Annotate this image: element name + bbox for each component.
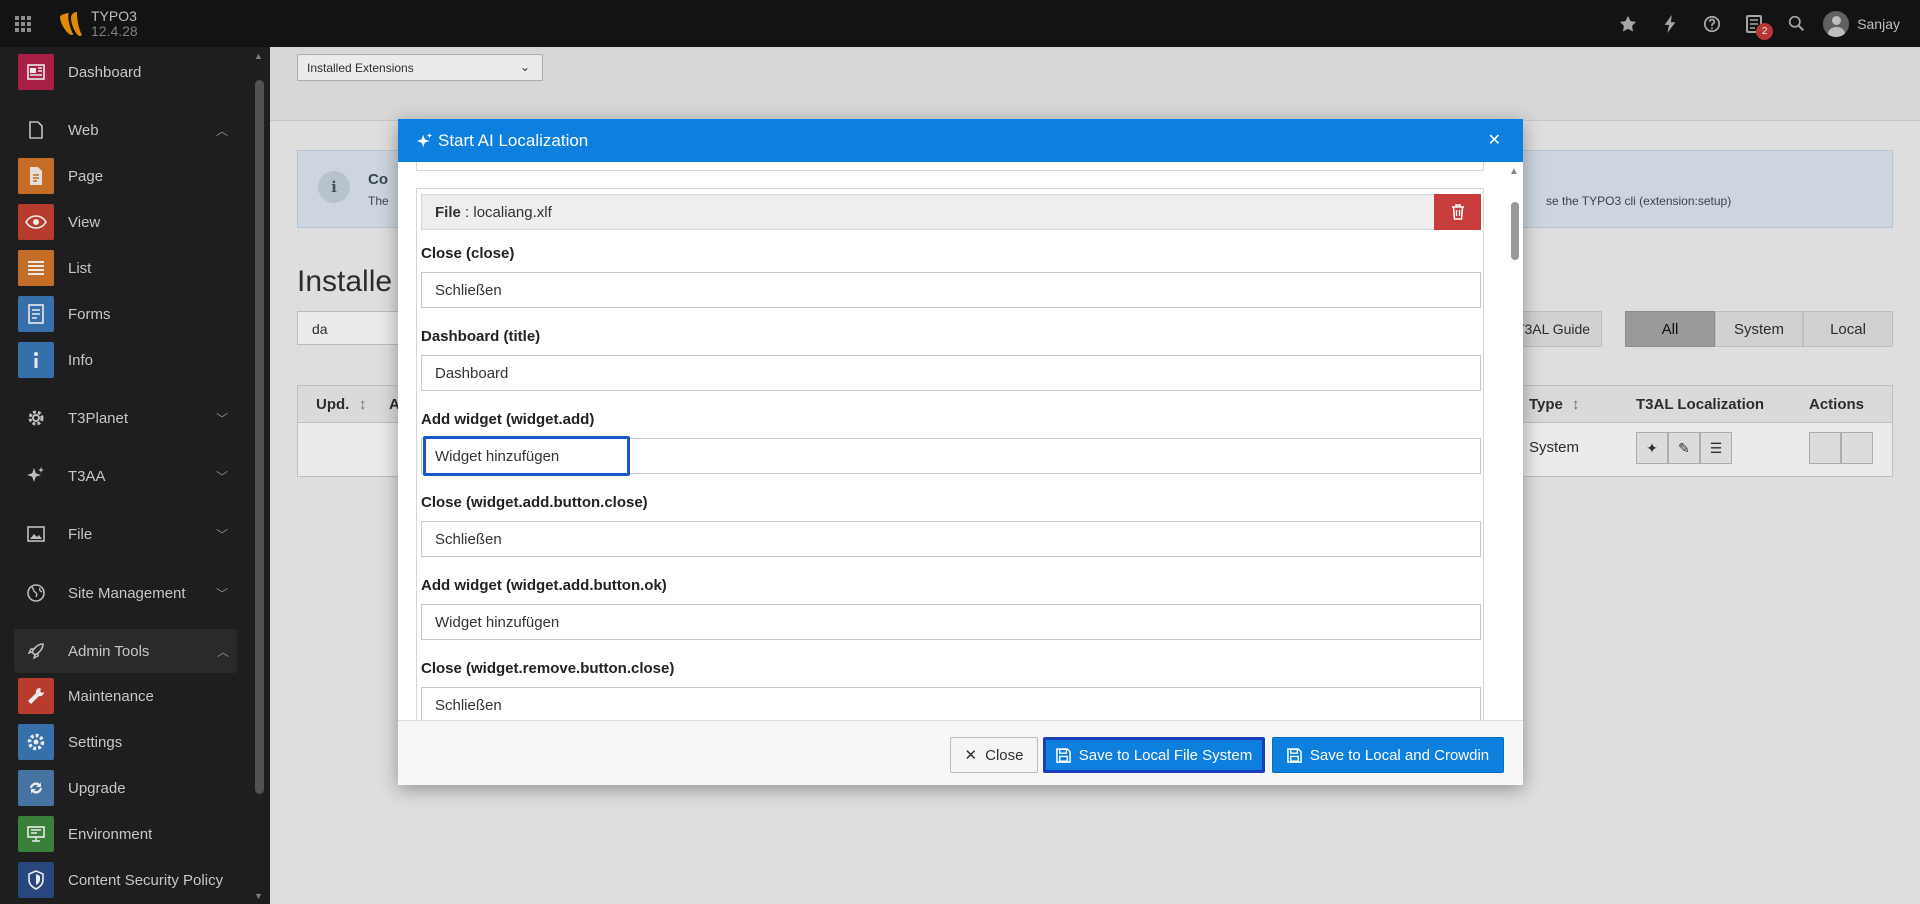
previous-section-edge xyxy=(416,162,1484,171)
translation-input-dashboard-title[interactable]: Dashboard xyxy=(421,355,1481,391)
delete-file-button[interactable] xyxy=(1434,194,1481,230)
close-icon: ✕ xyxy=(964,747,978,764)
field-label-close: Close (close) xyxy=(421,245,515,262)
scrollbar-thumb[interactable] xyxy=(1511,202,1519,260)
ai-localization-modal: Start AI Localization ✕ File : localiang… xyxy=(398,119,1523,785)
file-header: File : localiang.xlf xyxy=(421,194,1481,230)
close-icon[interactable]: ✕ xyxy=(1488,130,1501,150)
trash-icon xyxy=(1451,204,1464,220)
save-local-button-label: Save to Local File System xyxy=(1078,746,1253,764)
modal-scrollbar[interactable]: ▲ xyxy=(1505,162,1523,720)
modal-header: Start AI Localization ✕ xyxy=(398,119,1523,162)
save-crowdin-button-label: Save to Local and Crowdin xyxy=(1309,746,1490,764)
close-button[interactable]: ✕ Close xyxy=(950,737,1038,773)
save-local-button[interactable]: Save to Local File System xyxy=(1043,737,1265,773)
modal-footer: ✕ Close Save to Local File System Save t… xyxy=(398,720,1523,785)
file-name: localiang.xlf xyxy=(473,204,552,221)
file-section: File : localiang.xlf Close (close) Schli… xyxy=(416,188,1484,720)
field-label-widget-add: Add widget (widget.add) xyxy=(421,411,595,428)
translation-input-widget-add-button-close[interactable]: Schließen xyxy=(421,521,1481,557)
sparkle-icon xyxy=(416,132,434,150)
modal-body: File : localiang.xlf Close (close) Schli… xyxy=(398,162,1523,720)
modal-title: Start AI Localization xyxy=(438,130,589,150)
translation-input-widget-remove-button-close[interactable]: Schließen xyxy=(421,687,1481,720)
translation-input-widget-add-button-ok[interactable]: Widget hinzufügen xyxy=(421,604,1481,640)
field-label-widget-add-button-close: Close (widget.add.button.close) xyxy=(421,494,648,511)
save-icon xyxy=(1287,747,1302,763)
save-crowdin-button[interactable]: Save to Local and Crowdin xyxy=(1272,737,1504,773)
translation-input-close[interactable]: Schließen xyxy=(421,272,1481,308)
field-label-widget-remove-button-close: Close (widget.remove.button.close) xyxy=(421,660,675,677)
save-icon xyxy=(1055,747,1071,763)
focus-highlight xyxy=(423,436,630,476)
scroll-up-icon[interactable]: ▲ xyxy=(1509,166,1519,177)
field-label-widget-add-button-ok: Add widget (widget.add.button.ok) xyxy=(421,577,667,594)
field-label-dashboard-title: Dashboard (title) xyxy=(421,328,541,345)
file-label: File xyxy=(435,204,461,221)
close-button-label: Close xyxy=(985,746,1024,764)
